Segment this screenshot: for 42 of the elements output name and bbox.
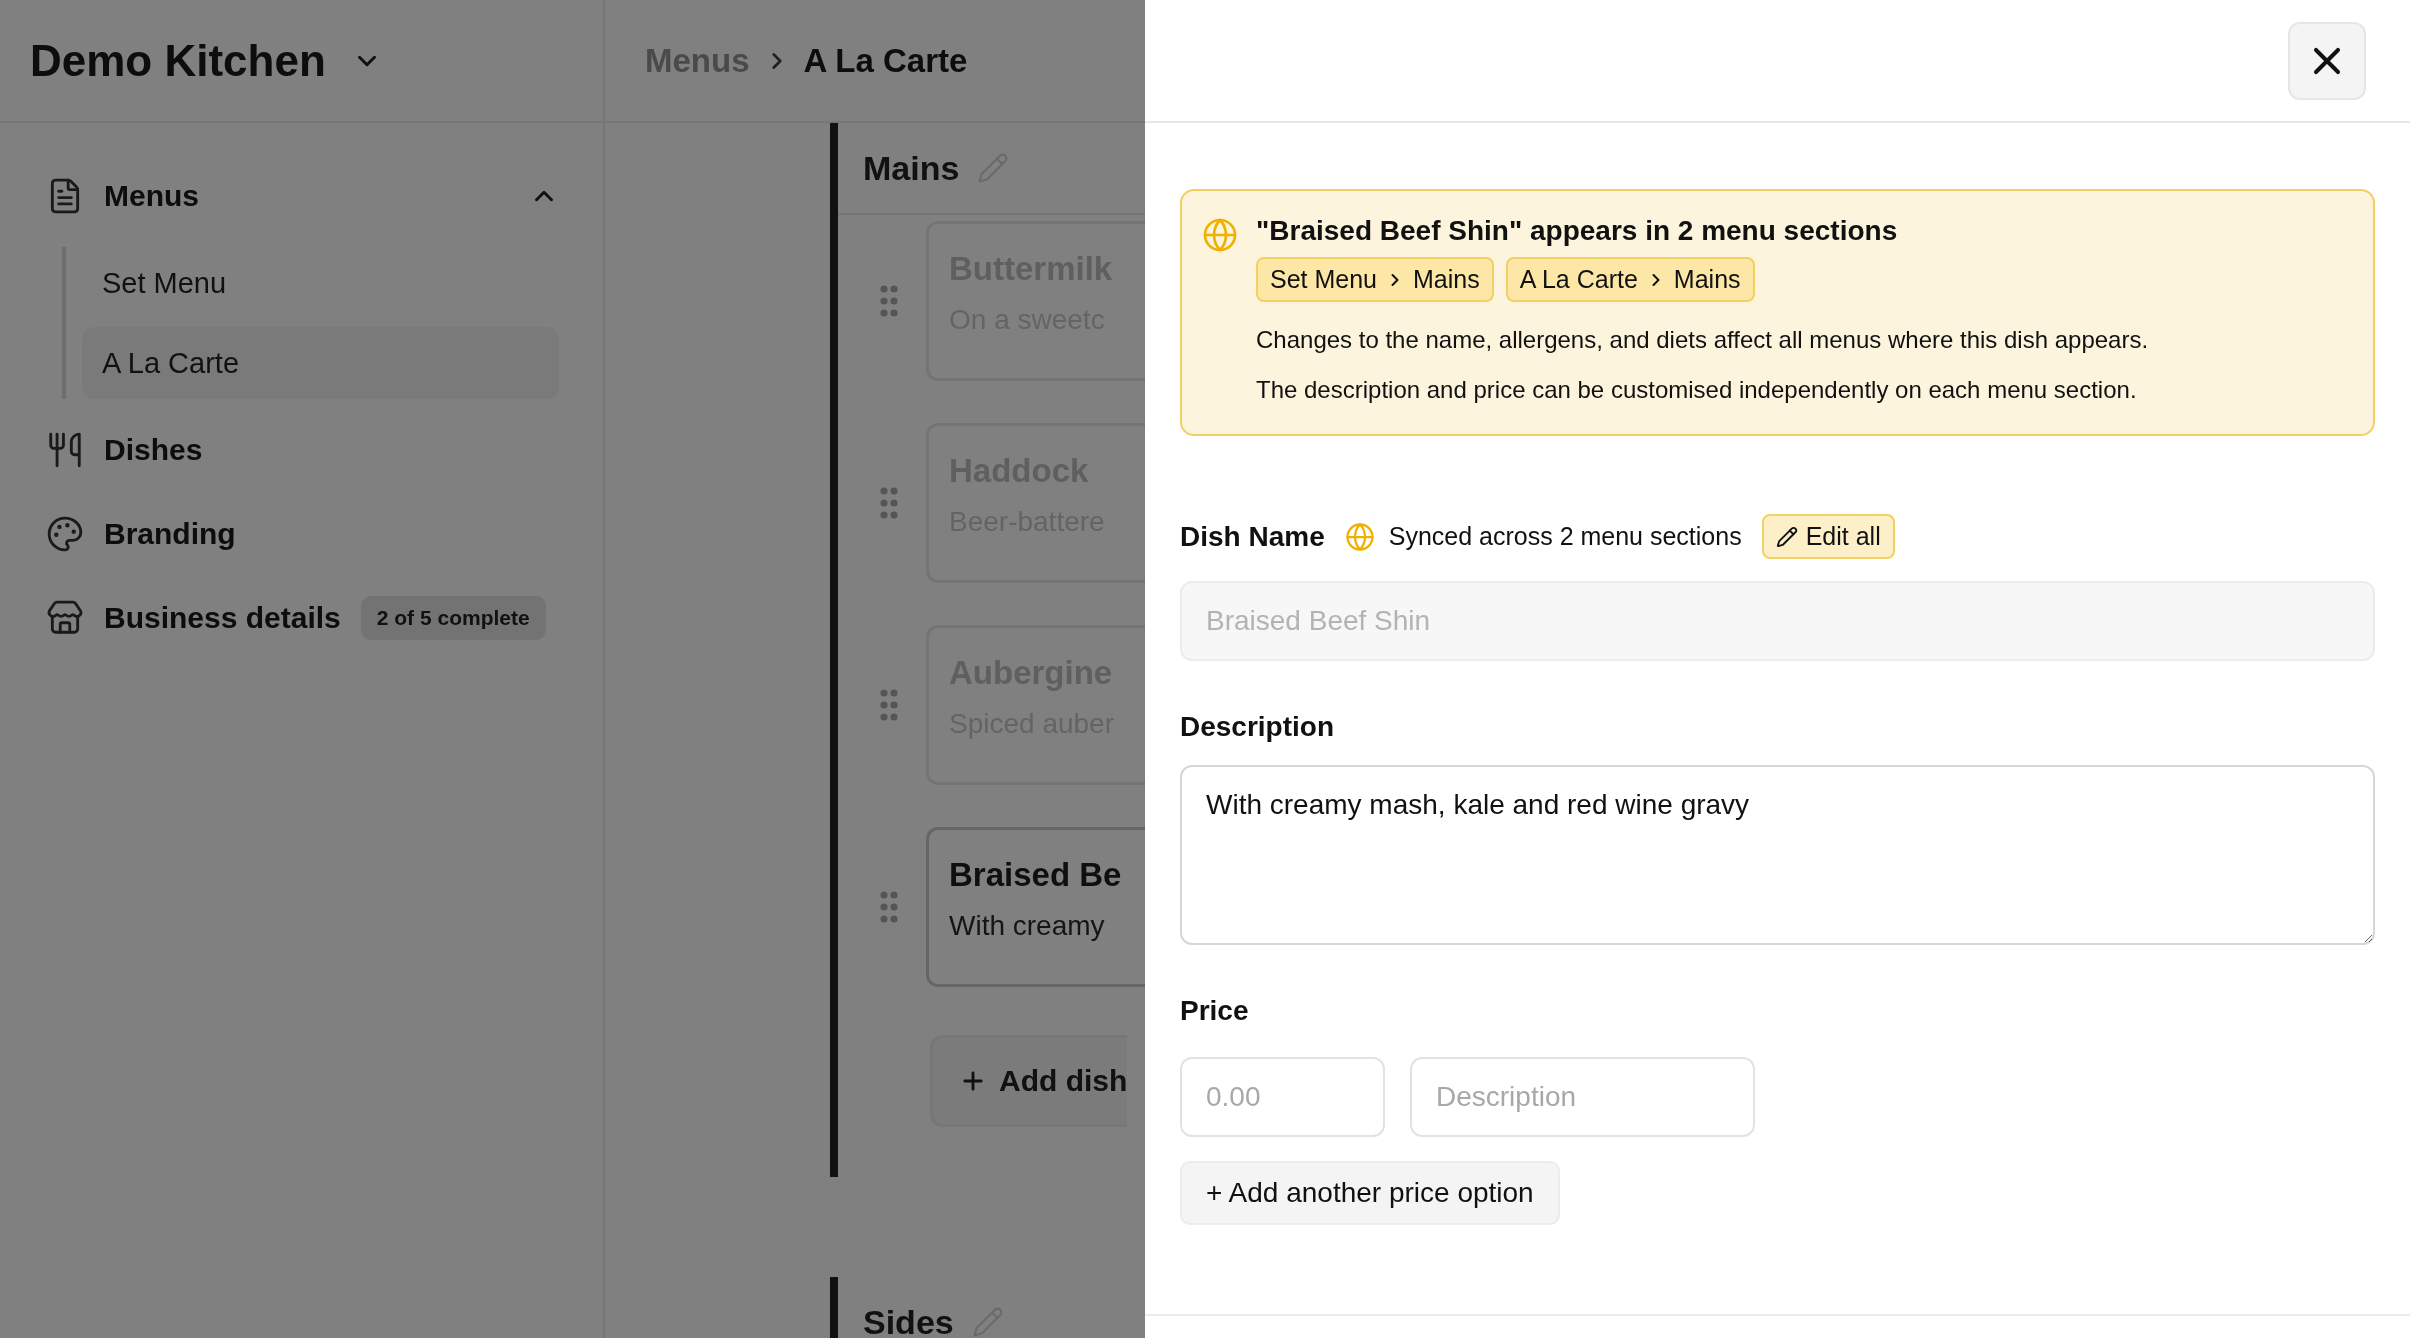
- notice-text: The description and price can be customised independently on each menu section.: [1256, 375, 2138, 405]
- field-label: Description: [1180, 711, 1336, 743]
- section-title: Sides: [863, 1302, 954, 1338]
- globe-icon: [1344, 521, 1375, 552]
- add-price-option-button[interactable]: + Add another price option: [1180, 1161, 1560, 1225]
- sync-note: Synced across 2 menu sections: [1388, 522, 1742, 551]
- menu-item[interactable]: Set Menu: [82, 247, 559, 319]
- globe-icon: [1202, 217, 1238, 253]
- add-dish-button[interactable]: Add dish: [930, 1035, 1128, 1127]
- palette-icon: [46, 515, 84, 553]
- dish-description: With creamy: [949, 910, 1106, 942]
- store-icon: [46, 599, 84, 637]
- field-label: Price: [1180, 995, 1250, 1027]
- dish-name: Braised Be: [949, 856, 1123, 894]
- drag-handle-icon[interactable]: [880, 891, 898, 923]
- nav-item[interactable]: Branding: [104, 517, 236, 551]
- drag-handle-icon[interactable]: [880, 689, 898, 721]
- chip-label: Mains: [1413, 265, 1480, 294]
- chip-label: Set Menu: [1270, 265, 1377, 294]
- drag-handle-icon[interactable]: [880, 285, 898, 317]
- workspace-name: Demo Kitchen: [30, 35, 326, 86]
- drag-handle-icon[interactable]: [880, 487, 898, 519]
- menu-section-chip[interactable]: Set Menu Mains: [1256, 257, 1494, 302]
- field-label: Dish Name: [1180, 520, 1325, 553]
- price-description-field[interactable]: Description: [1410, 1057, 1755, 1137]
- section-title: Mains: [863, 148, 960, 188]
- notice-title: "Braised Beef Shin" appears in 2 menu sections: [1256, 215, 1899, 247]
- close-button[interactable]: [2288, 21, 2366, 100]
- menu-item[interactable]: A La Carte: [82, 327, 559, 399]
- pencil-icon: [1775, 525, 1798, 548]
- chip-label: A La Carte: [1519, 265, 1638, 294]
- nav-item[interactable]: Business details: [104, 601, 341, 635]
- description-field[interactable]: With creamy mash, kale and red wine gravy: [1180, 765, 2375, 945]
- chip-label: Mains: [1673, 265, 1741, 294]
- nav-item[interactable]: Dishes: [104, 433, 203, 467]
- progress-badge: 2 of 5 complete: [360, 596, 546, 640]
- price-field[interactable]: 0.00: [1180, 1057, 1385, 1137]
- breadcrumb-item: A La Carte: [803, 41, 968, 80]
- utensils-icon: [46, 431, 84, 469]
- nav-item[interactable]: Menus: [104, 179, 199, 213]
- menu-section-chip[interactable]: A La Carte Mains: [1505, 257, 1755, 302]
- notice-text: Changes to the name, allergens, and diets affect all menus where this dish appears.: [1256, 325, 2149, 355]
